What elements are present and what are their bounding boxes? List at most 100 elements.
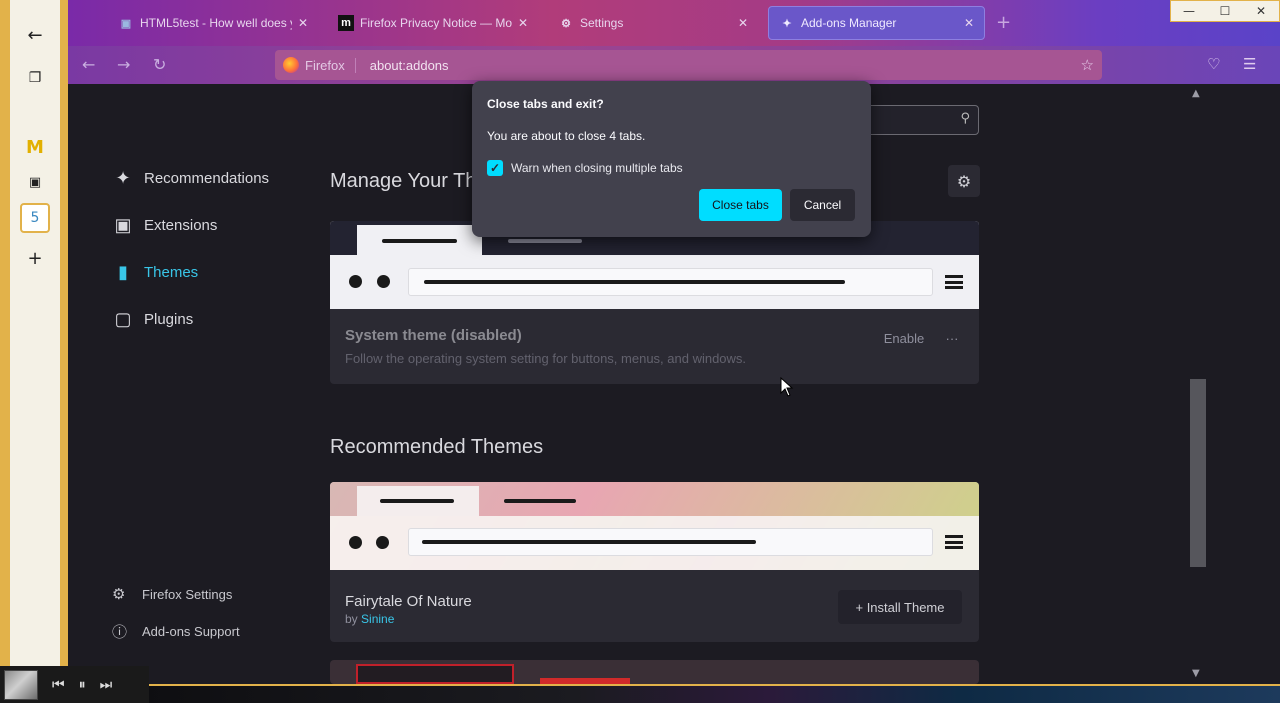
install-theme-button[interactable]: + Install Theme — [838, 590, 962, 624]
footer-label: Firefox Settings — [142, 586, 233, 602]
theme-preview — [330, 482, 979, 570]
window-controls: — ☐ ✕ — [1170, 0, 1280, 22]
tab-html5test[interactable]: ▣ HTML5test - How well does yo ✕ — [108, 6, 318, 40]
pause-icon[interactable]: ⏸ — [79, 677, 86, 693]
scroll-down-icon[interactable]: ▼ — [1192, 668, 1200, 679]
checkbox-label: Warn when closing multiple tabs — [511, 161, 683, 175]
preview-line — [508, 239, 582, 243]
preview-line — [382, 239, 457, 243]
next-track-icon[interactable]: ⏭ — [100, 677, 113, 693]
pocket-icon[interactable]: ♡ — [1207, 55, 1220, 73]
preview-dot — [349, 536, 362, 549]
html5-icon[interactable]: 5 — [20, 203, 50, 233]
category-plugins[interactable]: ▢ Plugins — [112, 308, 193, 330]
back-arrow-icon[interactable]: ← — [20, 20, 50, 50]
category-themes[interactable]: ▮ Themes — [112, 261, 198, 283]
preview-dot — [377, 275, 390, 288]
preview-dot — [349, 275, 362, 288]
close-icon[interactable]: ✕ — [738, 16, 748, 30]
preview-tab — [356, 664, 514, 684]
author-link[interactable]: Sinine — [361, 612, 394, 626]
forward-icon[interactable]: → — [117, 55, 130, 74]
theme-title: System theme (disabled) — [345, 327, 522, 344]
close-window-icon[interactable]: ✕ — [1243, 1, 1279, 21]
taskbar-edge — [0, 0, 10, 703]
page-heading: Manage Your Th — [330, 170, 477, 192]
tab-label: Add-ons Manager — [801, 16, 897, 30]
close-tabs-dialog: Close tabs and exit? You are about to cl… — [472, 81, 871, 237]
html5-icon: ▣ — [120, 17, 132, 30]
category-label: Recommendations — [144, 169, 270, 187]
gear-icon: ⚙ — [112, 586, 126, 603]
search-icon: ⚲ — [960, 111, 970, 126]
category-label: Plugins — [144, 310, 194, 328]
by-label: by — [345, 612, 358, 626]
previous-track-icon[interactable]: ⏮ — [52, 677, 65, 693]
plugin-icon: ▢ — [114, 308, 132, 329]
tab-label: Firefox Privacy Notice — Mozilla — [360, 16, 512, 30]
tab-settings[interactable]: ⚙ Settings ✕ — [548, 6, 758, 40]
identity-label: Firefox — [305, 57, 356, 73]
category-label: Themes — [144, 263, 199, 281]
firefox-logo-icon — [283, 57, 299, 73]
footer-label: Add-ons Support — [142, 624, 240, 639]
maximize-icon[interactable]: ☐ — [1207, 1, 1243, 21]
tab-label: Settings — [580, 16, 624, 30]
url-bar[interactable]: Firefox about:addons ☆ — [275, 50, 1102, 80]
more-options-button[interactable]: ··· — [938, 325, 966, 351]
preview-dot — [376, 536, 389, 549]
preview-line — [422, 540, 756, 544]
close-icon[interactable]: ✕ — [964, 16, 974, 30]
help-icon: ⓘ — [112, 624, 128, 641]
checkmark-icon[interactable]: ✓ — [487, 160, 503, 176]
puzzle-icon: ▣ — [114, 214, 132, 235]
tab-privacy-notice[interactable]: m Firefox Privacy Notice — Mozilla ✕ — [328, 6, 538, 40]
taskbar-edge — [60, 0, 68, 703]
tab-strip: ▣ HTML5test - How well does yo ✕ m Firef… — [68, 0, 1280, 46]
firefox-settings-link[interactable]: ⚙ Firefox Settings — [112, 585, 232, 603]
preview-menu — [945, 275, 963, 289]
dialog-title: Close tabs and exit? — [487, 97, 604, 111]
tab-addons-manager[interactable]: ✦ Add-ons Manager ✕ — [768, 6, 985, 40]
plus-icon[interactable]: + — [20, 243, 50, 273]
theme-title: Fairytale Of Nature — [345, 593, 472, 610]
app-logo-icon[interactable]: M — [20, 132, 50, 162]
bookmark-star-icon[interactable]: ☆ — [1081, 56, 1094, 74]
menu-icon[interactable]: ☰ — [1243, 55, 1256, 73]
new-tab-icon[interactable]: + — [996, 12, 1011, 33]
category-recommendations[interactable]: ✦ Recommendations — [112, 167, 269, 189]
back-icon[interactable]: ← — [82, 55, 95, 74]
close-icon[interactable]: ✕ — [518, 16, 528, 30]
warn-close-checkbox[interactable]: ✓ Warn when closing multiple tabs — [487, 160, 683, 176]
side-taskbar: ← ❐ M ▣ 5 + — [0, 0, 68, 703]
nav-toolbar: ← → ↻ Firefox about:addons ☆ ♡ ☰ — [68, 46, 1280, 84]
addons-support-link[interactable]: ⓘ Add-ons Support — [112, 621, 240, 642]
category-extensions[interactable]: ▣ Extensions — [112, 214, 217, 236]
scroll-up-icon[interactable]: ▲ — [1192, 88, 1200, 99]
recommended-heading: Recommended Themes — [330, 436, 544, 458]
bottom-taskbar — [0, 684, 1280, 703]
dialog-message: You are about to close 4 tabs. — [487, 129, 646, 143]
shield-icon[interactable]: ▣ — [20, 167, 50, 197]
close-icon[interactable]: ✕ — [298, 16, 308, 30]
media-controls: ⏮ ⏸ ⏭ — [0, 666, 149, 703]
enable-button[interactable]: Enable — [873, 325, 935, 351]
tools-gear-button[interactable]: ⚙ — [948, 165, 980, 197]
addons-search-input[interactable]: ⚲ — [858, 105, 979, 135]
brush-icon: ▮ — [118, 261, 128, 282]
category-label: Extensions — [144, 216, 218, 234]
reload-icon[interactable]: ↻ — [153, 55, 166, 74]
url-text[interactable]: about:addons — [370, 58, 449, 73]
preview-line — [380, 499, 454, 503]
minimize-icon[interactable]: — — [1171, 1, 1207, 21]
window-icon[interactable]: ❐ — [20, 63, 50, 93]
preview-line — [424, 280, 845, 284]
media-thumbnail[interactable] — [4, 669, 38, 700]
gear-icon: ⚙ — [561, 17, 571, 30]
close-tabs-button[interactable]: Close tabs — [699, 189, 782, 221]
scrollbar-thumb[interactable] — [1190, 379, 1206, 567]
recommended-theme-card-partial — [330, 660, 979, 684]
theme-description: Follow the operating system setting for … — [345, 351, 747, 366]
cancel-button[interactable]: Cancel — [790, 189, 855, 221]
mouse-cursor-icon — [780, 377, 794, 397]
